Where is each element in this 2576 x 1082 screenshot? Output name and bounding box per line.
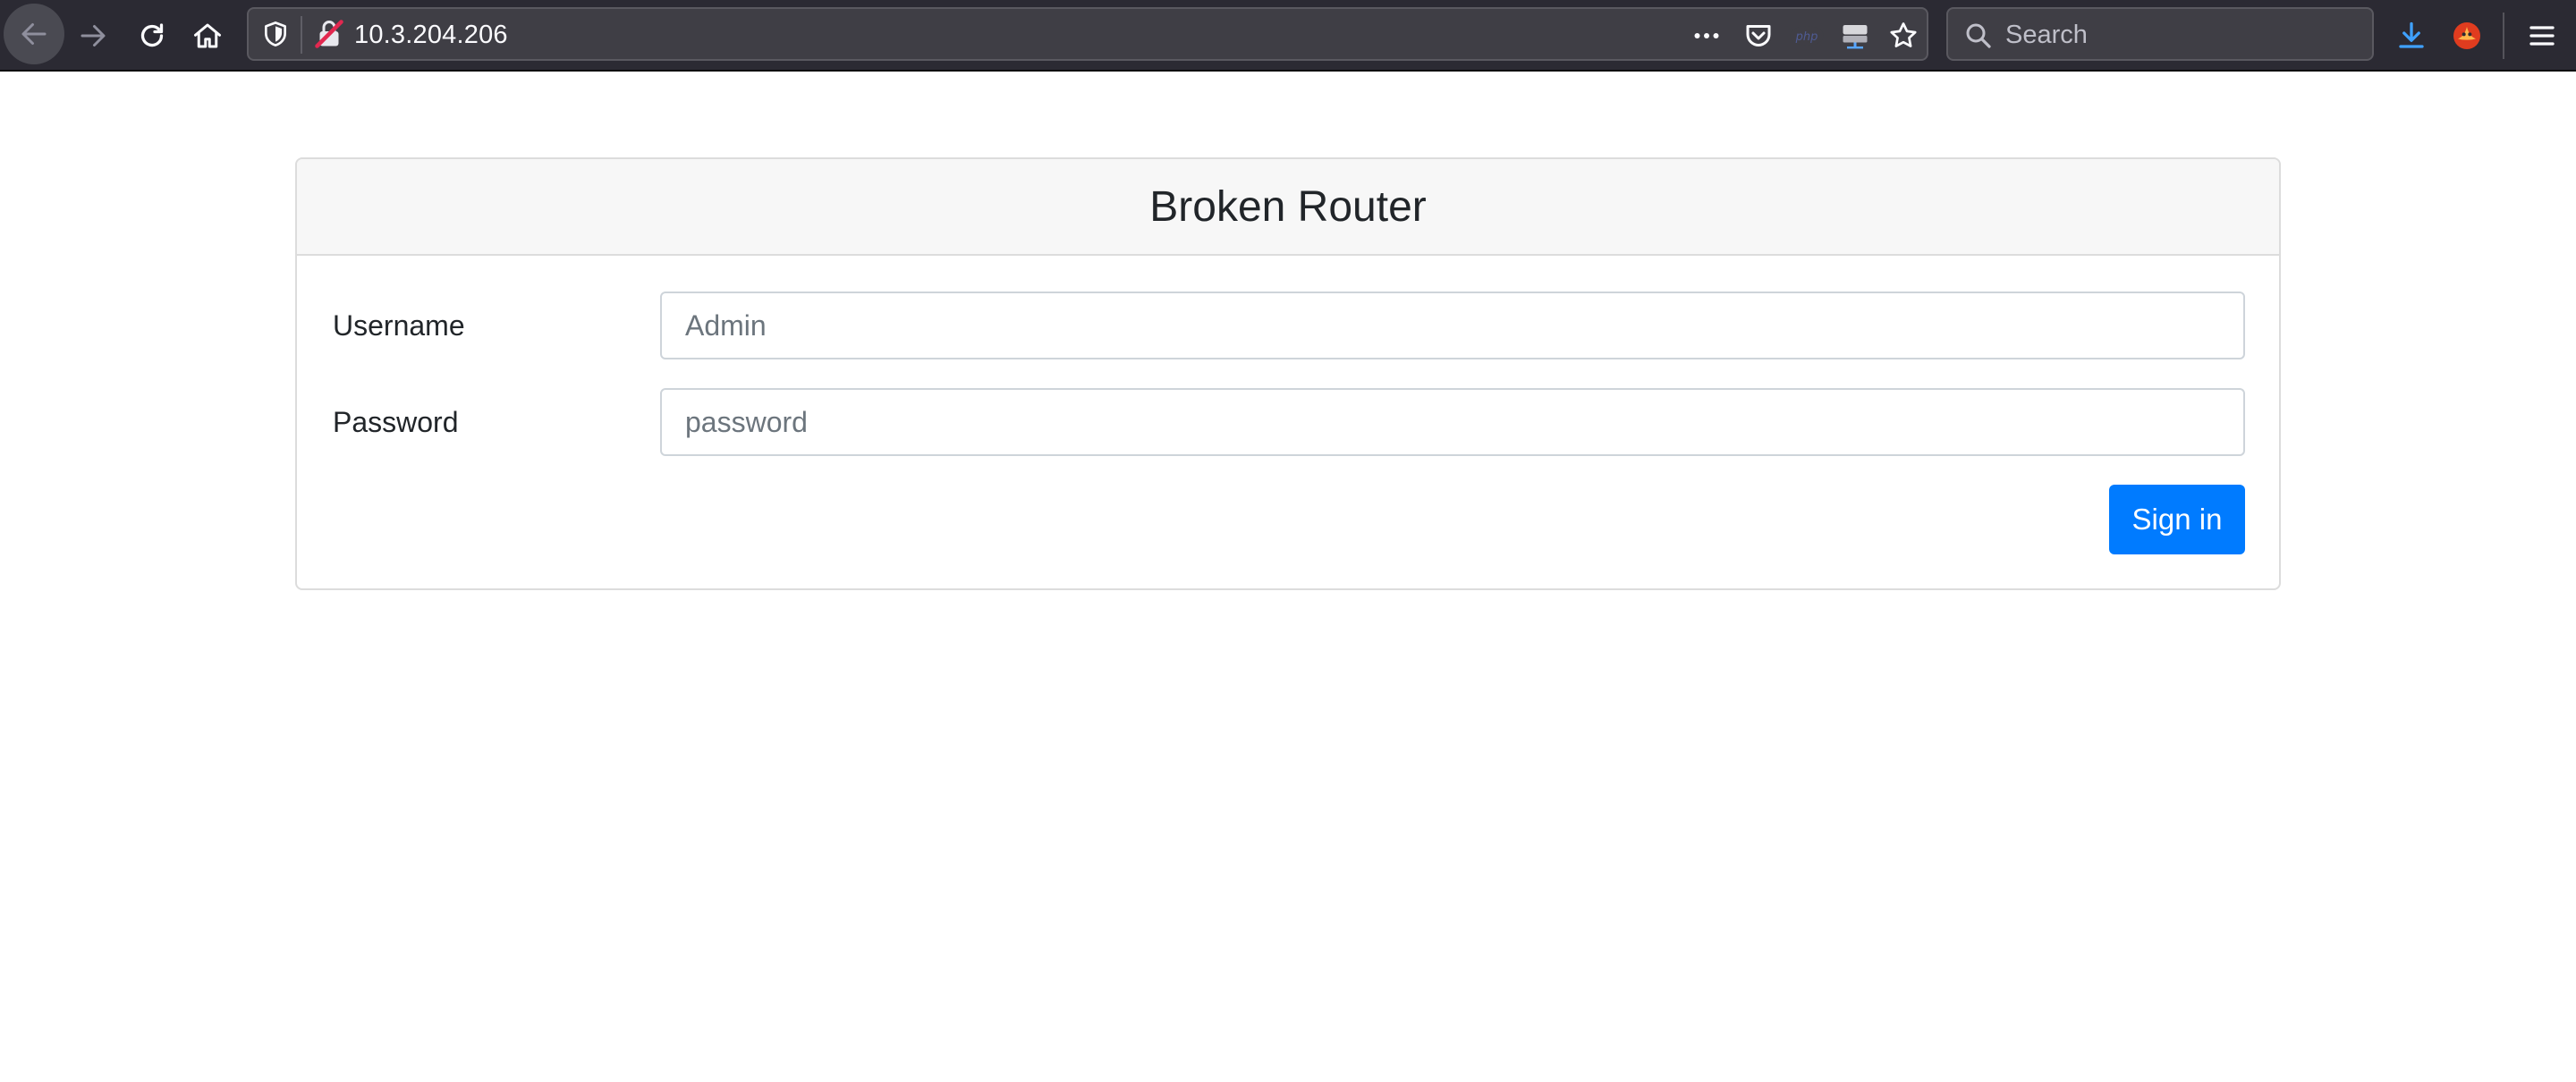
card-header: Broken Router [297,159,2279,256]
extension-button[interactable] [2435,4,2499,68]
star-icon[interactable] [1885,18,1921,54]
login-card: Broken Router Username Password Sign in [295,157,2281,590]
toolbar-divider [2503,13,2504,59]
home-button[interactable] [175,4,240,68]
more-icon[interactable] [1689,18,1724,54]
extension-icon [2453,22,2480,49]
menu-button[interactable] [2510,4,2574,68]
download-icon [2399,21,2424,48]
password-label: Password [333,406,459,438]
insecure-lock-icon[interactable] [313,18,345,50]
forward-button[interactable] [61,4,125,68]
browser-toolbar: 10.3.204.206 php Search [0,0,2576,72]
back-icon [21,23,47,45]
url-separator [301,16,302,54]
back-button[interactable] [4,4,64,64]
search-placeholder[interactable]: Search [2005,21,2088,50]
forward-icon [80,25,106,46]
server-icon[interactable] [1837,18,1873,54]
sign-in-button[interactable]: Sign in [2109,485,2245,554]
username-input[interactable] [660,292,2245,359]
username-label: Username [333,309,465,342]
search-icon [1962,20,1995,52]
url-text[interactable]: 10.3.204.206 [354,21,508,50]
pocket-icon[interactable] [1741,18,1776,54]
hamburger-menu-icon [2529,26,2555,46]
url-bar[interactable]: 10.3.204.206 php [247,7,1928,61]
password-input[interactable] [660,388,2245,456]
shield-icon[interactable] [261,20,290,48]
svg-text:php: php [1795,30,1818,44]
home-icon [194,23,221,48]
search-bar[interactable]: Search [1946,7,2374,61]
reload-icon [140,23,164,47]
page-title: Broken Router [1149,182,1427,231]
php-icon[interactable]: php [1789,18,1825,54]
